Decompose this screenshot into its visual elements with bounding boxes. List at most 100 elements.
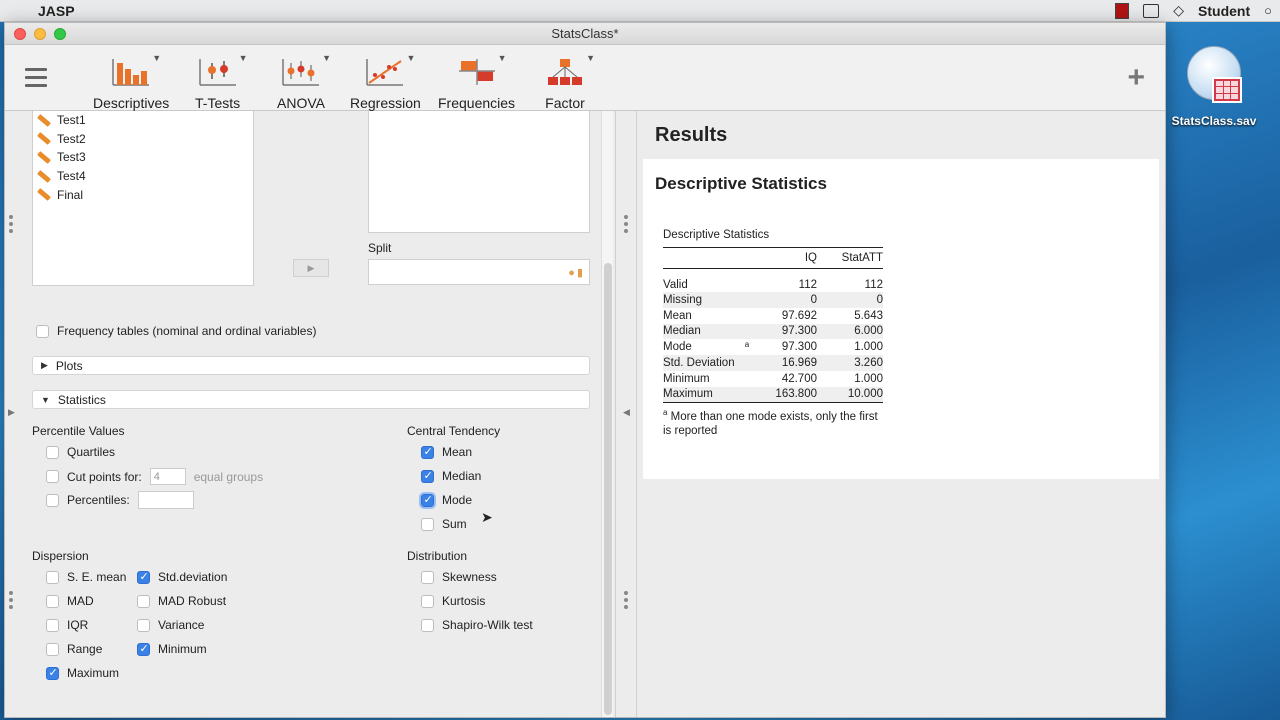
list-item[interactable]: Test2	[33, 130, 253, 149]
toolbar-descriptives-button[interactable]: ▼ Descriptives	[93, 53, 169, 111]
minimize-window-button[interactable]	[34, 28, 46, 40]
analysis-options-panel: ▶ Test1 Test2 Test3 Test4 Final Split ▶ …	[5, 111, 605, 717]
mean-option[interactable]: Mean	[421, 445, 472, 459]
list-item[interactable]: Final	[33, 185, 253, 204]
shapiro-wilk-checkbox[interactable]	[421, 618, 434, 632]
split-box[interactable]: ●▮	[368, 259, 590, 285]
sum-option[interactable]: Sum	[421, 517, 467, 531]
table-row: Mean 97.692 5.643	[663, 309, 883, 322]
toolbar-factor-button[interactable]: ▼ Factor	[543, 53, 595, 111]
menu-user[interactable]: Student	[1198, 3, 1250, 19]
results-heading[interactable]: Descriptive Statistics	[655, 174, 827, 194]
drag-handle-icon[interactable]	[9, 591, 13, 609]
dispersion-title: Dispersion	[32, 549, 89, 563]
ttests-icon: ▼	[196, 53, 248, 87]
percentiles-option[interactable]: Percentiles:	[46, 491, 194, 509]
scale-variable-icon	[37, 188, 51, 202]
table-row: Mode a 97.300 1.000	[663, 340, 883, 354]
drag-handle-icon[interactable]	[624, 591, 628, 609]
range-option[interactable]: Range	[46, 642, 102, 656]
menu-bar: JASP ◇ Student ○	[0, 0, 1280, 22]
minimum-checkbox[interactable]	[137, 642, 150, 656]
mad-checkbox[interactable]	[46, 594, 59, 608]
iqr-option[interactable]: IQR	[46, 618, 88, 632]
title-bar: StatsClass*	[5, 23, 1165, 45]
cut-points-input[interactable]: 4	[149, 468, 186, 485]
median-option[interactable]: Median	[421, 469, 481, 483]
kurtosis-checkbox[interactable]	[421, 594, 434, 608]
se-mean-checkbox[interactable]	[46, 570, 59, 584]
scale-variable-icon	[37, 151, 51, 164]
kurtosis-option[interactable]: Kurtosis	[421, 594, 485, 608]
median-checkbox[interactable]	[421, 469, 434, 483]
toolbar-frequencies-button[interactable]: ▼ Frequencies	[438, 53, 515, 111]
mode-option[interactable]: Mode	[419, 491, 472, 509]
iqr-checkbox[interactable]	[46, 618, 59, 632]
toolbar-anova-button[interactable]: ▼ ANOVA	[277, 53, 331, 111]
cut-points-option[interactable]: Cut points for: 4 equal groups	[46, 468, 263, 485]
list-item[interactable]: Test1	[33, 111, 253, 130]
quartiles-option[interactable]: Quartiles	[46, 445, 115, 459]
scrollbar-thumb[interactable]	[604, 263, 612, 715]
spotlight-icon[interactable]: ○	[1264, 3, 1272, 18]
drag-handle-icon[interactable]	[9, 215, 13, 233]
menu-app-name[interactable]: JASP	[38, 3, 75, 19]
airplay-icon[interactable]	[1143, 3, 1160, 18]
drag-handle-icon[interactable]	[624, 215, 628, 233]
panel-divider[interactable]: ◀	[615, 111, 637, 717]
variance-option[interactable]: Variance	[137, 618, 204, 632]
quartiles-checkbox[interactable]	[46, 445, 59, 459]
move-to-split-button[interactable]: ▶	[293, 259, 329, 277]
table-row: Std. Deviation 16.969 3.260	[663, 355, 883, 371]
std-deviation-option[interactable]: Std.deviation	[137, 570, 227, 584]
skewness-checkbox[interactable]	[421, 570, 434, 584]
mad-option[interactable]: MAD	[46, 594, 94, 608]
shapiro-wilk-option[interactable]: Shapiro-Wilk test	[421, 618, 533, 632]
frequency-tables-checkbox[interactable]	[36, 324, 49, 338]
plots-section-header[interactable]: ▶ Plots	[32, 356, 590, 375]
frequencies-icon: ▼	[455, 53, 507, 87]
maximum-option[interactable]: Maximum	[46, 666, 119, 680]
toolbar-ttests-button[interactable]: ▼ T-Tests	[195, 53, 248, 111]
desktop-file-statsclass[interactable]: StatsClass.sav	[1172, 46, 1256, 128]
mode-checkbox[interactable]	[419, 491, 436, 509]
factor-icon: ▼	[543, 53, 595, 87]
se-mean-option[interactable]: S. E. mean	[46, 570, 126, 584]
table-row: Missing 0 0	[663, 292, 883, 308]
sum-checkbox[interactable]	[421, 517, 434, 531]
statistics-section-header[interactable]: ▼ Statistics	[32, 390, 590, 409]
mad-robust-checkbox[interactable]	[137, 594, 150, 608]
maximize-window-button[interactable]	[54, 28, 66, 40]
percentiles-checkbox[interactable]	[46, 493, 59, 507]
skewness-option[interactable]: Skewness	[421, 570, 497, 584]
wifi-icon[interactable]: ◇	[1173, 2, 1184, 19]
jasp-window: StatsClass* ▼ Descriptives ▼ T-Tests ▼ A…	[4, 22, 1166, 718]
mad-robust-option[interactable]: MAD Robust	[137, 594, 226, 608]
recording-icon[interactable]	[1115, 2, 1130, 19]
central-tendency-title: Central Tendency	[407, 424, 501, 438]
add-module-icon[interactable]: +	[1127, 61, 1145, 95]
close-window-button[interactable]	[14, 28, 26, 40]
cut-points-checkbox[interactable]	[46, 470, 59, 483]
variance-checkbox[interactable]	[137, 618, 150, 632]
mean-checkbox[interactable]	[421, 445, 434, 459]
assigned-variables-box[interactable]	[368, 111, 590, 233]
frequency-tables-option[interactable]: Frequency tables (nominal and ordinal va…	[36, 324, 316, 338]
descriptives-table[interactable]: Descriptive Statistics IQ StatATT Valid 1…	[663, 229, 883, 438]
list-item[interactable]: Test4	[33, 167, 253, 186]
percentiles-input[interactable]	[137, 491, 194, 509]
collapse-left-icon[interactable]: ◀	[623, 407, 630, 418]
table-header-statatt: StatATT	[817, 247, 883, 269]
hamburger-menu-icon[interactable]	[25, 68, 47, 87]
maximum-checkbox[interactable]	[46, 666, 59, 680]
range-checkbox[interactable]	[46, 642, 59, 656]
split-label: Split	[368, 241, 392, 255]
expand-left-icon[interactable]: ▶	[8, 407, 15, 418]
std-deviation-checkbox[interactable]	[137, 570, 150, 584]
options-scrollbar[interactable]	[601, 111, 613, 717]
toolbar-regression-button[interactable]: ▼ Regression	[350, 53, 421, 111]
list-item[interactable]: Test3	[33, 148, 253, 167]
minimum-option[interactable]: Minimum	[137, 642, 207, 656]
table-header-empty	[663, 247, 737, 269]
variables-list[interactable]: Test1 Test2 Test3 Test4 Final	[32, 111, 254, 286]
